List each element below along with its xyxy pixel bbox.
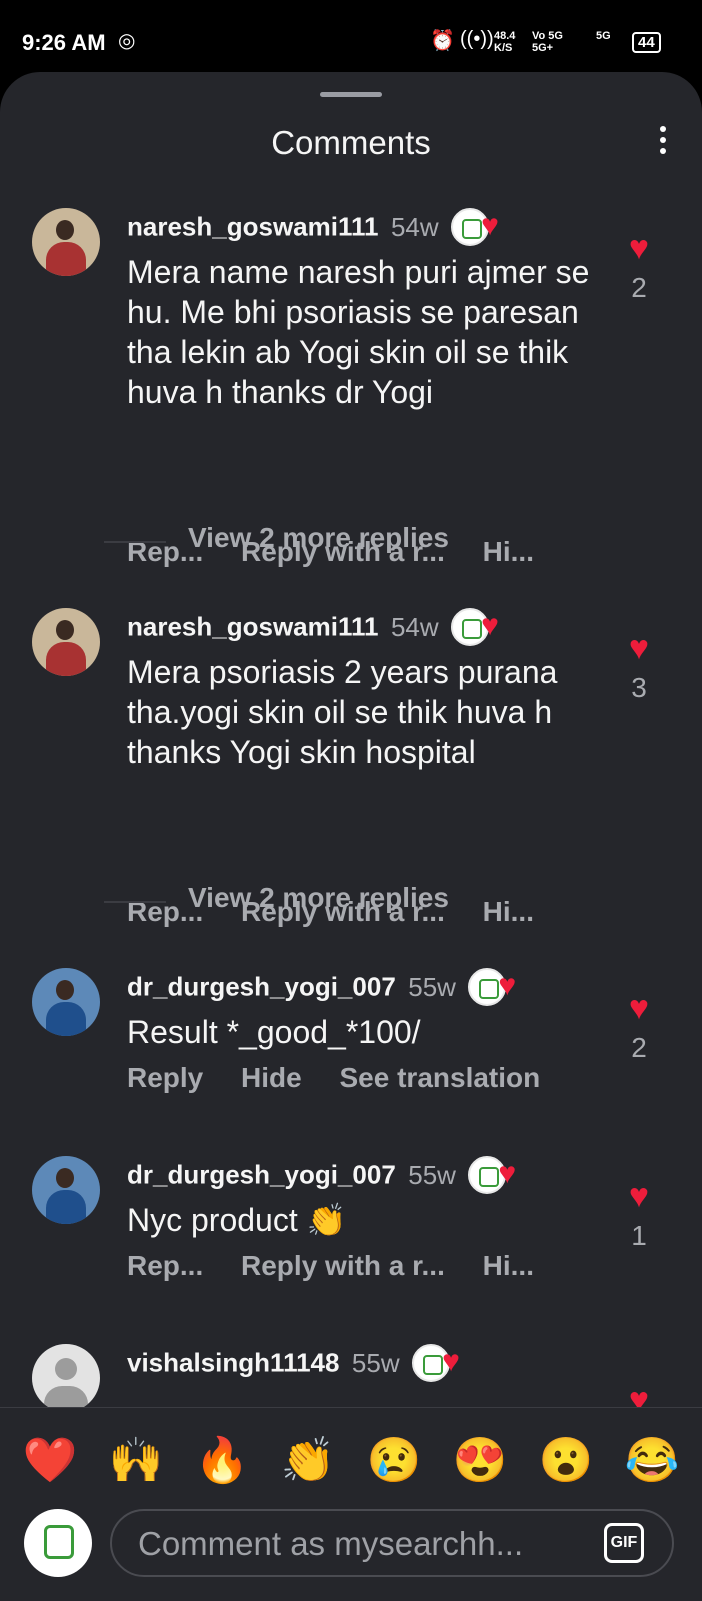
comment-actions: Rep... Reply with a r... Hi... — [127, 1250, 564, 1282]
comment-age: 55w — [351, 1347, 400, 1378]
like-count: 3 — [631, 672, 647, 703]
status-time: 9:26 AM — [22, 30, 106, 55]
heart-icon: ♥ — [498, 969, 517, 1002]
like-count: 1 — [631, 1220, 647, 1251]
more-options-button[interactable] — [654, 122, 672, 162]
view-replies-label[interactable]: View 2 more replies — [188, 882, 449, 914]
reply-thread-line — [104, 901, 166, 903]
username[interactable]: naresh_goswami111 — [127, 612, 378, 642]
emoji-quick-bar: ❤️ 🙌 🔥 👏 😢 😍 😮 😂 — [0, 1408, 702, 1508]
network-1: Vo 5G 5G+ — [532, 30, 563, 54]
hotspot-icon: ((•)) — [460, 28, 494, 50]
comment-text: Mera name naresh puri ajmer se hu. Me bh… — [127, 254, 590, 410]
like-count: 2 — [631, 272, 647, 303]
more-dot-icon — [660, 126, 666, 132]
creator-liked-badge: ♥ — [451, 208, 515, 246]
like-count: 2 — [631, 1032, 647, 1063]
avatar-head — [55, 1358, 77, 1380]
heart-icon[interactable]: ♥ — [614, 1178, 664, 1214]
avatar-body — [46, 1002, 86, 1036]
avatar[interactable] — [32, 608, 100, 676]
hide-button[interactable]: Hi... — [483, 536, 534, 567]
avatar[interactable] — [32, 1344, 100, 1412]
comment-text: Mera psoriasis 2 years purana tha.yogi s… — [127, 654, 558, 770]
avatar-body — [46, 642, 86, 676]
status-bar: 9:26 AM ◎ ⏰ ((•)) 48.4 K/S Vo 5G 5G+ 5G … — [0, 0, 702, 80]
comment-text: Result *_good_*100/ — [127, 1014, 421, 1050]
avatar[interactable] — [32, 968, 100, 1036]
avatar-head — [56, 620, 74, 640]
heart-icon: ♥ — [442, 1345, 460, 1378]
battery-icon: 44 — [632, 32, 661, 53]
hide-button[interactable]: Hi... — [483, 896, 534, 927]
emoji-heart-button[interactable]: ❤️ — [22, 1433, 78, 1489]
like-control[interactable]: ♥ 2 — [614, 230, 664, 304]
hide-button[interactable]: Hide — [241, 1062, 302, 1093]
creator-liked-badge: ♥ — [468, 968, 532, 1006]
comment-header: naresh_goswami111 54w ♥ — [127, 208, 515, 248]
comment-input[interactable]: Comment as mysearchh... GIF — [110, 1509, 674, 1577]
username[interactable]: naresh_goswami111 — [127, 212, 378, 242]
avatar-body — [46, 1190, 86, 1224]
current-user-avatar — [24, 1509, 92, 1577]
heart-icon[interactable]: ♥ — [614, 990, 664, 1026]
comment-age: 54w — [390, 611, 439, 642]
avatar-body — [46, 242, 86, 276]
username[interactable]: dr_durgesh_yogi_007 — [127, 1160, 396, 1190]
creator-liked-badge: ♥ — [468, 1156, 532, 1194]
sheet-title: Comments — [271, 124, 431, 161]
emoji-fire-button[interactable]: 🔥 — [194, 1433, 250, 1489]
comment-header: dr_durgesh_yogi_007 55w ♥ — [127, 1156, 532, 1196]
emoji-heart-eyes-button[interactable]: 😍 — [452, 1433, 508, 1489]
heart-icon: ♥ — [481, 209, 499, 242]
username[interactable]: vishalsingh11148 — [127, 1348, 339, 1378]
drag-handle[interactable] — [320, 92, 382, 97]
avatar[interactable] — [32, 208, 100, 276]
reply-button[interactable]: Reply — [127, 1062, 203, 1093]
network-2: 5G — [596, 30, 611, 42]
see-translation-button[interactable]: See translation — [340, 1062, 541, 1093]
emoji-clap-button[interactable]: 👏 — [280, 1433, 336, 1489]
like-control[interactable]: ♥ 1 — [614, 1178, 664, 1252]
emoji-laughing-button[interactable]: 😂 — [624, 1433, 680, 1489]
avatar-head — [56, 1168, 74, 1188]
alarm-icon: ⏰ — [430, 30, 455, 52]
more-dot-icon — [660, 137, 666, 143]
username[interactable]: dr_durgesh_yogi_007 — [127, 972, 396, 1002]
gif-button[interactable]: GIF — [604, 1523, 644, 1563]
comment-age: 55w — [408, 971, 456, 1002]
reply-with-reel-button[interactable]: Reply with a r... — [241, 1250, 445, 1281]
avatar-head — [56, 980, 74, 1000]
comment-age: 54w — [390, 211, 439, 242]
reply-thread-line — [104, 541, 166, 543]
avatar-head — [56, 220, 74, 240]
sync-icon: ◎ — [118, 30, 136, 52]
heart-icon: ♥ — [498, 1157, 517, 1190]
comment-header: dr_durgesh_yogi_007 55w ♥ — [127, 968, 532, 1008]
network-speed: 48.4 K/S — [494, 30, 516, 54]
emoji-crying-button[interactable]: 😢 — [366, 1433, 422, 1489]
emoji-raised-hands-button[interactable]: 🙌 — [108, 1433, 164, 1489]
heart-icon[interactable]: ♥ — [614, 230, 664, 266]
comment-age: 55w — [408, 1159, 456, 1190]
creator-liked-badge: ♥ — [451, 608, 515, 646]
like-control[interactable]: ♥ 2 — [614, 990, 664, 1064]
heart-icon: ♥ — [481, 609, 499, 642]
hide-button[interactable]: Hi... — [483, 1250, 534, 1281]
comment-input-placeholder: Comment as mysearchh... — [138, 1525, 524, 1562]
emoji-surprised-button[interactable]: 😮 — [538, 1433, 594, 1489]
comment-header: naresh_goswami111 54w ♥ — [127, 608, 515, 648]
comment-actions: Reply Hide See translation — [127, 1062, 570, 1094]
comments-sheet: Comments naresh_goswami111 54w ♥ Mera na… — [0, 72, 702, 1600]
creator-liked-badge: ♥ — [412, 1344, 476, 1382]
comment-text: Nyc product 👏 — [127, 1202, 347, 1238]
like-control[interactable]: ♥ 3 — [614, 630, 664, 704]
heart-icon[interactable]: ♥ — [614, 630, 664, 666]
reply-button[interactable]: Rep... — [127, 1250, 203, 1281]
view-replies-label[interactable]: View 2 more replies — [188, 522, 449, 554]
composer-bar: ❤️ 🙌 🔥 👏 😢 😍 😮 😂 Comment as mysearchh...… — [0, 1407, 702, 1601]
comment-header: vishalsingh11148 55w ♥ — [127, 1344, 476, 1384]
avatar[interactable] — [32, 1156, 100, 1224]
more-dot-icon — [660, 148, 666, 154]
